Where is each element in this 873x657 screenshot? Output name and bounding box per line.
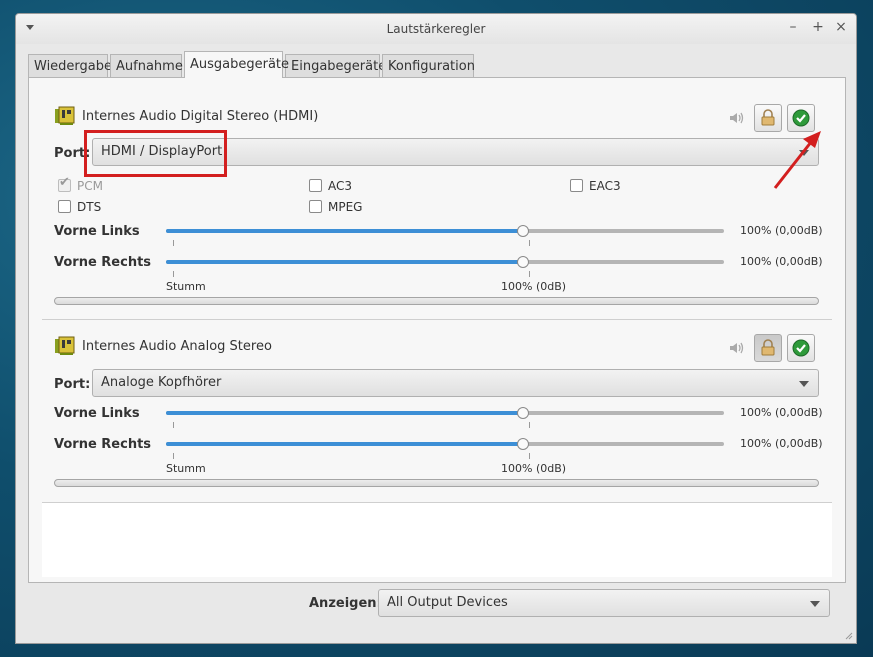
check-default-icon bbox=[792, 109, 810, 127]
peak-meter bbox=[54, 297, 819, 305]
volume-slider[interactable] bbox=[166, 436, 724, 452]
close-icon[interactable]: × bbox=[834, 20, 848, 34]
tick-mark bbox=[529, 271, 530, 277]
mixer-window: Lautstärkeregler – + × Wiedergabe Aufnah… bbox=[15, 13, 857, 644]
check-default-icon bbox=[792, 339, 810, 357]
volume-slider[interactable] bbox=[166, 223, 724, 239]
chevron-down-icon bbox=[799, 381, 809, 387]
channel-label: Vorne Links bbox=[54, 224, 140, 239]
tab-ausgabegeraete[interactable]: Ausgabegeräte bbox=[184, 51, 289, 78]
scale-mute-label: Stumm bbox=[166, 280, 206, 293]
slider-handle[interactable] bbox=[517, 225, 530, 237]
speaker-icon bbox=[730, 342, 744, 354]
output-devices-page: Internes Audio Digital Stereo (HDMI) Por… bbox=[28, 77, 846, 583]
volume-slider[interactable] bbox=[166, 405, 724, 421]
tick-mark bbox=[173, 453, 174, 459]
speaker-icon bbox=[730, 112, 744, 124]
titlebar: Lautstärkeregler – + × bbox=[16, 14, 856, 44]
tab-eingabegeraete[interactable]: Eingabegeräte bbox=[285, 54, 386, 77]
set-default-button[interactable] bbox=[787, 334, 815, 362]
tick-mark bbox=[529, 240, 530, 246]
tick-mark bbox=[529, 422, 530, 428]
channel-label: Vorne Rechts bbox=[54, 255, 152, 270]
volume-value: 100% (0,00dB) bbox=[740, 406, 823, 419]
window-title: Lautstärkeregler bbox=[386, 22, 486, 36]
volume-value: 100% (0,00dB) bbox=[740, 255, 823, 268]
scale-norm-label: 100% (0dB) bbox=[501, 462, 567, 475]
volume-value: 100% (0,00dB) bbox=[740, 224, 823, 237]
lock-icon bbox=[761, 109, 775, 126]
tick-mark bbox=[529, 453, 530, 459]
maximize-icon[interactable]: + bbox=[811, 20, 825, 34]
highlight-annotation bbox=[84, 130, 227, 177]
volume-value: 100% (0,00dB) bbox=[740, 437, 823, 450]
device-name: Internes Audio Digital Stereo (HDMI) bbox=[82, 109, 319, 124]
slider-handle[interactable] bbox=[517, 438, 530, 450]
tick-mark bbox=[173, 240, 174, 246]
show-devices-combo[interactable]: All Output Devices bbox=[378, 589, 830, 617]
channel-label: Vorne Rechts bbox=[54, 437, 152, 452]
lock-icon bbox=[761, 339, 775, 356]
device-list[interactable]: Internes Audio Digital Stereo (HDMI) Por… bbox=[42, 91, 832, 577]
sound-card-icon bbox=[55, 106, 75, 125]
device-card-hdmi: Internes Audio Digital Stereo (HDMI) Por… bbox=[42, 91, 832, 320]
slider-handle[interactable] bbox=[517, 256, 530, 268]
device-name: Internes Audio Analog Stereo bbox=[82, 339, 272, 354]
show-devices-value: All Output Devices bbox=[387, 595, 508, 610]
tab-aufnahme[interactable]: Aufnahme bbox=[110, 54, 183, 77]
port-label: Port: bbox=[54, 377, 91, 392]
device-card-analog: Internes Audio Analog Stereo Port: Analo… bbox=[42, 320, 832, 503]
volume-slider[interactable] bbox=[166, 254, 724, 270]
annotation-arrow-icon bbox=[773, 131, 821, 189]
tick-mark bbox=[173, 271, 174, 277]
lock-channels-button[interactable] bbox=[754, 334, 782, 362]
port-value: Analoge Kopfhörer bbox=[101, 375, 222, 390]
channel-label: Vorne Links bbox=[54, 406, 140, 421]
slider-handle[interactable] bbox=[517, 407, 530, 419]
checkmark-icon: ✔ bbox=[59, 175, 70, 190]
scale-mute-label: Stumm bbox=[166, 462, 206, 475]
peak-meter bbox=[54, 479, 819, 487]
lock-channels-button[interactable] bbox=[754, 104, 782, 132]
show-label: Anzeigen: bbox=[309, 596, 382, 611]
scale-norm-label: 100% (0dB) bbox=[501, 280, 567, 293]
tick-mark bbox=[173, 422, 174, 428]
tab-wiedergabe[interactable]: Wiedergabe bbox=[28, 54, 112, 77]
minimize-icon[interactable]: – bbox=[786, 20, 800, 34]
sound-card-icon bbox=[55, 336, 75, 355]
resize-grip-icon[interactable] bbox=[845, 632, 853, 640]
tab-konfiguration[interactable]: Konfiguration bbox=[382, 54, 475, 77]
chevron-down-icon bbox=[810, 601, 820, 607]
port-combo[interactable]: Analoge Kopfhörer bbox=[92, 369, 819, 397]
set-default-button[interactable] bbox=[787, 104, 815, 132]
